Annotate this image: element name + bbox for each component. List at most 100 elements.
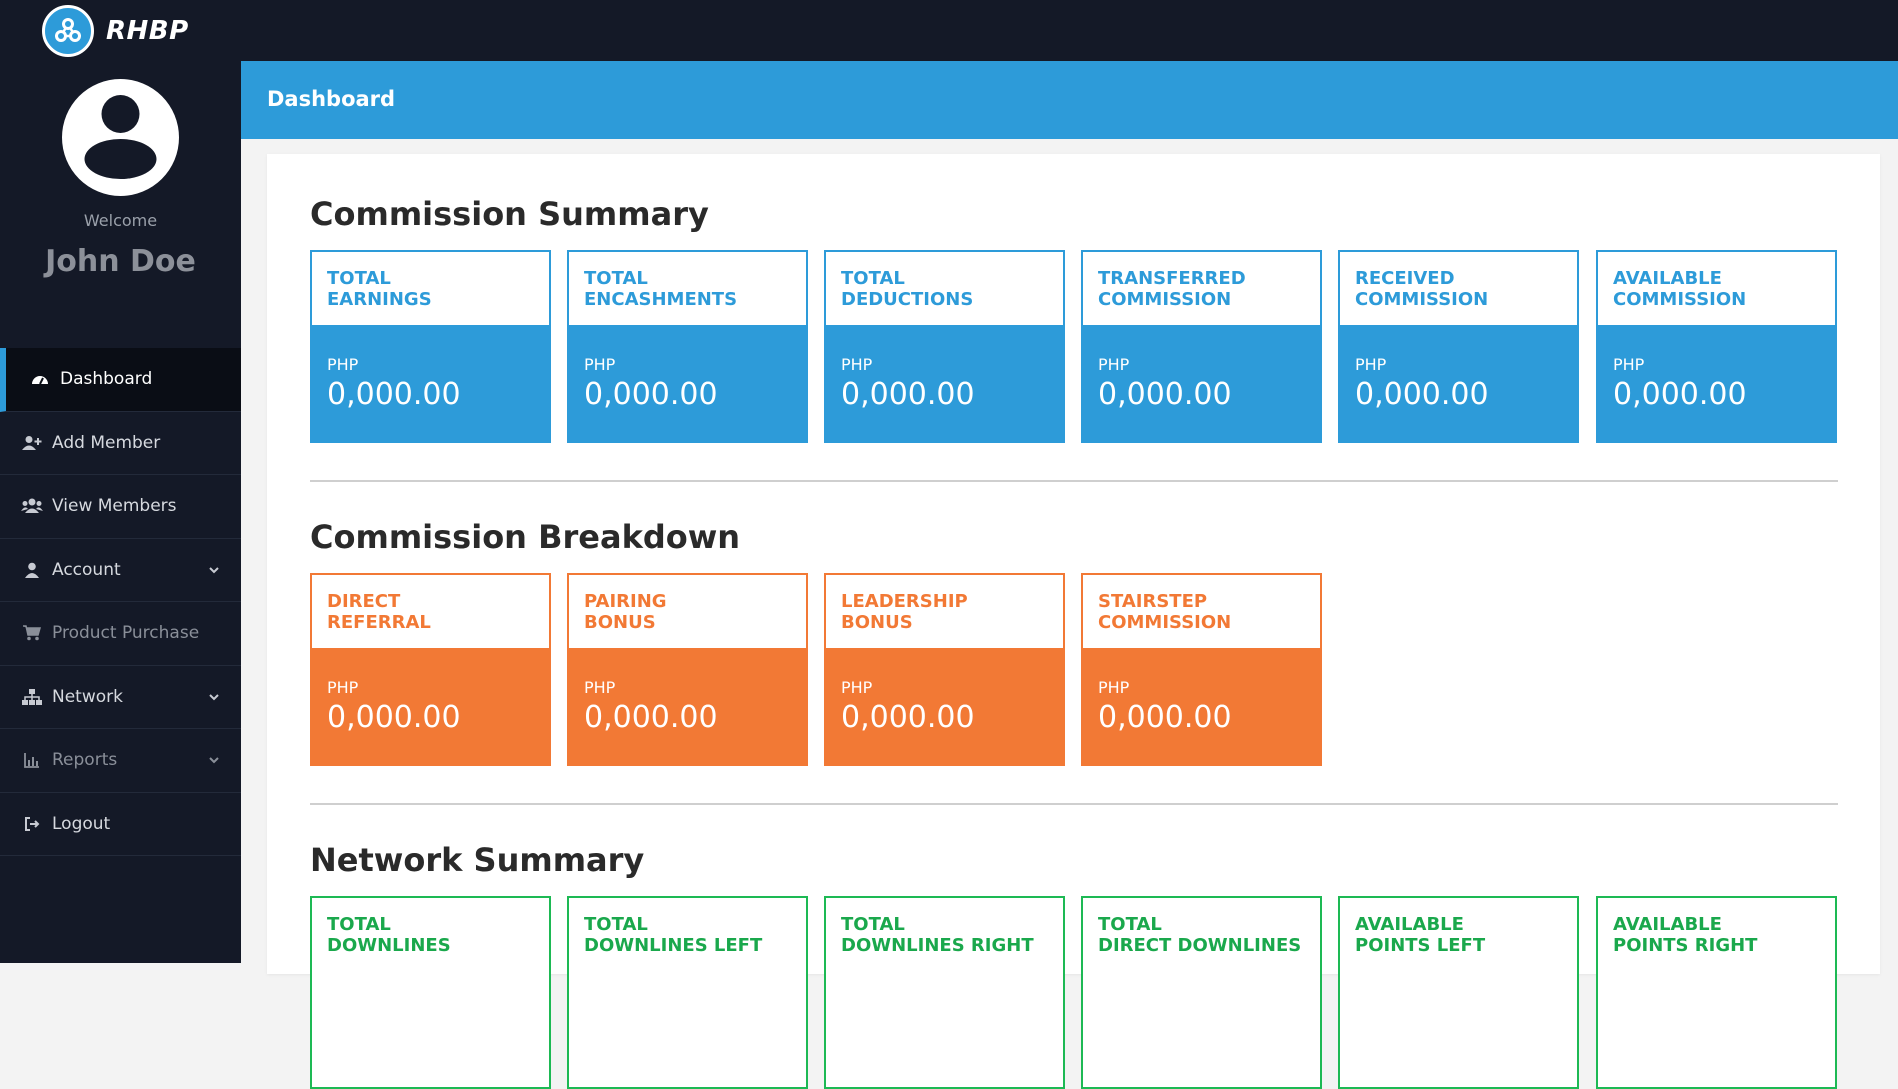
tile-label: AVAILABLE POINTS RIGHT [1613, 914, 1758, 956]
tile-body: PHP 0,000.00 [1598, 325, 1835, 441]
commission-breakdown-tile[interactable]: DIRECT REFERRAL PHP 0,000.00 [310, 573, 551, 766]
tile-currency: PHP [327, 678, 359, 697]
commission-breakdown-tile[interactable]: STAIRSTEP COMMISSION PHP 0,000.00 [1081, 573, 1322, 766]
sidebar-item-account[interactable]: Account [0, 539, 241, 602]
commission-summary-tile[interactable]: RECEIVED COMMISSION PHP 0,000.00 [1338, 250, 1579, 443]
sign-out-icon [20, 814, 44, 834]
top-bar: RHBP [0, 0, 1898, 61]
tile-currency: PHP [327, 355, 359, 374]
tile-amount: 0,000.00 [327, 700, 461, 735]
user-plus-icon [20, 433, 44, 453]
brand-name: RHBP [106, 16, 189, 46]
network-summary-tile[interactable]: TOTAL DIRECT DOWNLINES [1081, 896, 1322, 1089]
tile-currency: PHP [841, 678, 873, 697]
tile-label: AVAILABLE POINTS LEFT [1355, 914, 1486, 956]
sidebar-item-network[interactable]: Network [0, 666, 241, 729]
sidebar-item-dashboard[interactable]: Dashboard [0, 348, 241, 412]
sidebar-item-label: Logout [52, 813, 111, 834]
tile-currency: PHP [1098, 678, 1130, 697]
sidebar: Welcome John Doe Dashboard Add Member Vi… [0, 61, 241, 963]
network-summary-tile[interactable]: AVAILABLE POINTS LEFT [1338, 896, 1579, 1089]
tile-amount: 0,000.00 [1098, 700, 1232, 735]
sidebar-item-label: Network [52, 686, 123, 707]
sidebar-item-add-member[interactable]: Add Member [0, 412, 241, 475]
tile-amount: 0,000.00 [1355, 377, 1489, 412]
tile-label: TOTAL ENCASHMENTS [584, 268, 738, 310]
sitemap-icon [20, 687, 44, 707]
tile-amount: 0,000.00 [841, 700, 975, 735]
section-divider [310, 480, 1838, 482]
user-avatar-icon [84, 95, 157, 179]
network-summary-tile[interactable]: TOTAL DOWNLINES LEFT [567, 896, 808, 1089]
sidebar-item-label: Product Purchase [52, 623, 200, 644]
tile-body: PHP 0,000.00 [569, 648, 806, 764]
chevron-down-icon [209, 693, 219, 700]
commission-summary-title: Commission Summary [310, 195, 709, 233]
chevron-down-icon [209, 757, 219, 764]
tile-amount: 0,000.00 [584, 377, 718, 412]
tile-currency: PHP [584, 678, 616, 697]
user-icon [20, 560, 44, 580]
tile-amount: 0,000.00 [327, 377, 461, 412]
tile-amount: 0,000.00 [1098, 377, 1232, 412]
sidebar-item-label: Add Member [52, 432, 161, 453]
network-summary-tile[interactable]: AVAILABLE POINTS RIGHT [1596, 896, 1837, 1089]
gauge-icon [28, 369, 52, 389]
tile-label: TOTAL DOWNLINES RIGHT [841, 914, 1034, 956]
network-summary-tile[interactable]: TOTAL DOWNLINES [310, 896, 551, 1089]
tile-currency: PHP [1613, 355, 1645, 374]
tile-amount: 0,000.00 [584, 700, 718, 735]
tile-body: PHP 0,000.00 [1340, 325, 1577, 441]
tile-label: RECEIVED COMMISSION [1355, 268, 1489, 310]
tile-label: TOTAL DOWNLINES LEFT [584, 914, 763, 956]
tile-currency: PHP [1098, 355, 1130, 374]
brand[interactable]: RHBP [42, 5, 189, 57]
tile-label: PAIRING BONUS [584, 591, 667, 633]
tile-body: PHP 0,000.00 [312, 325, 549, 441]
sidebar-item-logout[interactable]: Logout [0, 793, 241, 856]
tile-label: LEADERSHIP BONUS [841, 591, 968, 633]
commission-summary-tile[interactable]: TOTAL ENCASHMENTS PHP 0,000.00 [567, 250, 808, 443]
tile-label: TRANSFERRED COMMISSION [1098, 268, 1246, 310]
tile-label: DIRECT REFERRAL [327, 591, 431, 633]
network-summary-title: Network Summary [310, 841, 645, 879]
tile-body: PHP 0,000.00 [1083, 648, 1320, 764]
chart-icon [20, 750, 44, 770]
tile-amount: 0,000.00 [841, 377, 975, 412]
sidebar-nav: Dashboard Add Member View Members Accoun… [0, 348, 241, 856]
welcome-label: Welcome [83, 211, 158, 230]
chevron-down-icon [209, 566, 219, 573]
users-icon [20, 496, 44, 516]
tile-label: STAIRSTEP COMMISSION [1098, 591, 1232, 633]
molecule-icon [42, 5, 94, 57]
tile-label: TOTAL EARNINGS [327, 268, 432, 310]
commission-summary-tile[interactable]: TOTAL EARNINGS PHP 0,000.00 [310, 250, 551, 443]
sidebar-item-product-purchase[interactable]: Product Purchase [0, 602, 241, 666]
page-header: Dashboard [241, 61, 1898, 139]
sidebar-item-view-members[interactable]: View Members [0, 475, 241, 539]
commission-breakdown-tile[interactable]: PAIRING BONUS PHP 0,000.00 [567, 573, 808, 766]
sidebar-item-reports[interactable]: Reports [0, 729, 241, 793]
tile-currency: PHP [584, 355, 616, 374]
sidebar-item-label: Reports [52, 750, 118, 771]
tile-label: TOTAL DIRECT DOWNLINES [1098, 914, 1302, 956]
sidebar-item-label: Account [52, 559, 121, 580]
tile-amount: 0,000.00 [1613, 377, 1747, 412]
tile-currency: PHP [1355, 355, 1387, 374]
network-summary-tile[interactable]: TOTAL DOWNLINES RIGHT [824, 896, 1065, 1089]
commission-breakdown-tile[interactable]: LEADERSHIP BONUS PHP 0,000.00 [824, 573, 1065, 766]
commission-summary-tile[interactable]: TRANSFERRED COMMISSION PHP 0,000.00 [1081, 250, 1322, 443]
avatar[interactable] [62, 79, 179, 196]
tile-body: PHP 0,000.00 [826, 325, 1063, 441]
commission-summary-tile[interactable]: AVAILABLE COMMISSION PHP 0,000.00 [1596, 250, 1837, 443]
tile-label: TOTAL DOWNLINES [327, 914, 451, 956]
tile-label: AVAILABLE COMMISSION [1613, 268, 1747, 310]
sidebar-item-label: Dashboard [60, 369, 153, 390]
tile-label: TOTAL DEDUCTIONS [841, 268, 974, 310]
tile-body: PHP 0,000.00 [312, 648, 549, 764]
commission-summary-tile[interactable]: TOTAL DEDUCTIONS PHP 0,000.00 [824, 250, 1065, 443]
tile-body: PHP 0,000.00 [569, 325, 806, 441]
tile-body: PHP 0,000.00 [826, 648, 1063, 764]
commission-breakdown-title: Commission Breakdown [310, 518, 741, 556]
section-divider [310, 803, 1838, 805]
